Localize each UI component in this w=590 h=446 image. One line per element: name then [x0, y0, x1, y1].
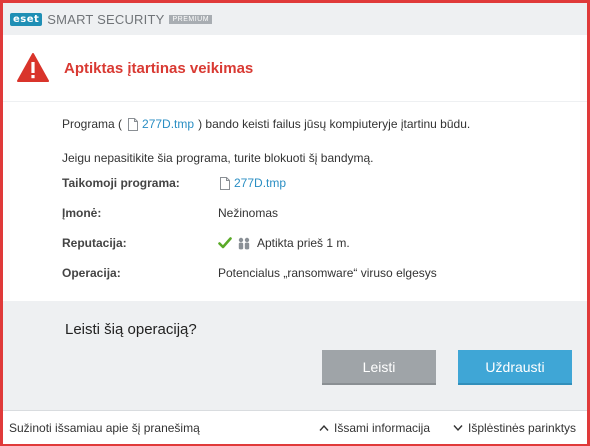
users-icon: [238, 237, 250, 249]
advanced-options-toggle[interactable]: Išplėstinės parinktys: [453, 421, 576, 435]
detail-label: Operacija:: [62, 266, 121, 280]
chevron-up-icon: [319, 424, 329, 431]
details-toggle[interactable]: Išsami informacija: [319, 421, 430, 435]
detail-row-reputation: Reputacija: Aptikta prieš 1 m.: [62, 236, 350, 250]
detail-row-operation: Operacija: Potencialus „ransomware“ viru…: [62, 266, 437, 280]
allow-button[interactable]: Leisti: [322, 350, 436, 385]
advanced-label: Išplėstinės parinktys: [468, 421, 577, 435]
alert-body: Programa ( 277D.tmp ) bando keisti failu…: [3, 102, 587, 301]
application-link[interactable]: 277D.tmp: [234, 176, 286, 190]
file-icon: [128, 117, 139, 131]
detail-label: Taikomoji programa:: [62, 176, 180, 190]
warning-triangle-icon: [17, 53, 49, 82]
alert-description: Programa ( 277D.tmp ) bando keisti failu…: [62, 117, 470, 131]
footer: Sužinoti išsamiau apie šį pranešimą Išsa…: [3, 410, 587, 444]
file-link[interactable]: 277D.tmp: [142, 117, 194, 131]
eset-logo: eset: [10, 12, 43, 26]
question-area: Leisti šią operaciją? Leisti Uždrausti: [3, 301, 587, 409]
edition-badge: PREMIUM: [169, 14, 213, 24]
detail-row-application: Taikomoji programa: 277D.tmp: [62, 176, 286, 190]
company-link[interactable]: Nežinomas: [218, 206, 278, 220]
description-suffix: ) bando keisti failus jūsų kompiuteryje …: [198, 117, 471, 131]
advice-text: Jeigu nepasitikite šia programa, turite …: [62, 151, 374, 165]
title-bar[interactable]: eset SMART SECURITY PREMIUM: [3, 3, 587, 35]
operation-value: Potencialus „ransomware“ viruso elgesys: [218, 266, 437, 280]
detail-row-company: Įmonė: Nežinomas: [62, 206, 278, 220]
alert-header: Aptiktas įtartinas veikimas: [3, 35, 587, 101]
alert-title: Aptiktas įtartinas veikimas: [64, 59, 254, 77]
details-label: Išsami informacija: [334, 421, 431, 435]
question-text: Leisti šią operaciją?: [65, 321, 197, 338]
description-prefix: Programa (: [62, 117, 123, 131]
alert-dialog: eset SMART SECURITY PREMIUM Aptiktas įta…: [0, 0, 590, 446]
check-icon: [218, 237, 232, 249]
detail-label: Įmonė:: [62, 206, 102, 220]
product-name: SMART SECURITY: [47, 11, 165, 27]
detail-label: Reputacija:: [62, 236, 127, 250]
block-button[interactable]: Uždrausti: [458, 350, 572, 385]
chevron-down-icon: [453, 425, 463, 432]
file-icon: [220, 176, 230, 190]
reputation-value: Aptikta prieš 1 m.: [257, 236, 350, 250]
learn-more-link[interactable]: Sužinoti išsamiau apie šį pranešimą: [9, 421, 200, 435]
